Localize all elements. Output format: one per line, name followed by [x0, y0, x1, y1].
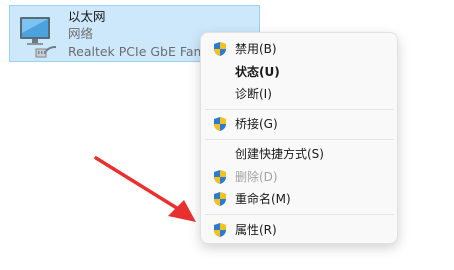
menu-item-status[interactable]: 状态(U): [205, 61, 393, 83]
screen: 以太网 网络 Realtek PCIe GbE Family Controlle…: [0, 0, 454, 270]
menu-label: 重命名(M): [235, 192, 291, 206]
uac-shield-icon: [214, 117, 226, 131]
menu-label: 创建快捷方式(S): [235, 147, 324, 161]
menu-label: 禁用(B): [235, 42, 277, 56]
menu-item-rename[interactable]: 重命名(M): [205, 188, 393, 210]
adapter-name: 以太网: [68, 9, 106, 24]
menu-item-properties[interactable]: 属性(R): [205, 219, 393, 241]
menu-separator: [205, 139, 394, 140]
menu-label: 状态(U): [235, 65, 280, 79]
menu-item-create-shortcut[interactable]: 创建快捷方式(S): [205, 143, 393, 165]
menu-label: 诊断(I): [235, 87, 272, 101]
menu-item-bridge[interactable]: 桥接(G): [205, 113, 393, 135]
menu-label: 属性(R): [235, 223, 277, 237]
context-menu: 禁用(B) 状态(U) 诊断(I) 桥接(G) 创建快捷方式(S) 删除(D) …: [200, 32, 398, 244]
menu-item-disable[interactable]: 禁用(B): [205, 38, 393, 60]
menu-item-delete[interactable]: 删除(D): [205, 166, 393, 188]
network-adapter-icon: [20, 17, 57, 58]
menu-separator: [205, 214, 394, 215]
uac-shield-icon: [214, 42, 226, 56]
menu-label: 桥接(G): [235, 117, 278, 131]
uac-shield-icon: [214, 223, 226, 237]
menu-item-diagnose[interactable]: 诊断(I): [205, 83, 393, 105]
uac-shield-icon: [214, 170, 226, 184]
uac-shield-icon: [214, 192, 226, 206]
menu-label: 删除(D): [235, 170, 278, 184]
menu-separator: [205, 109, 394, 110]
